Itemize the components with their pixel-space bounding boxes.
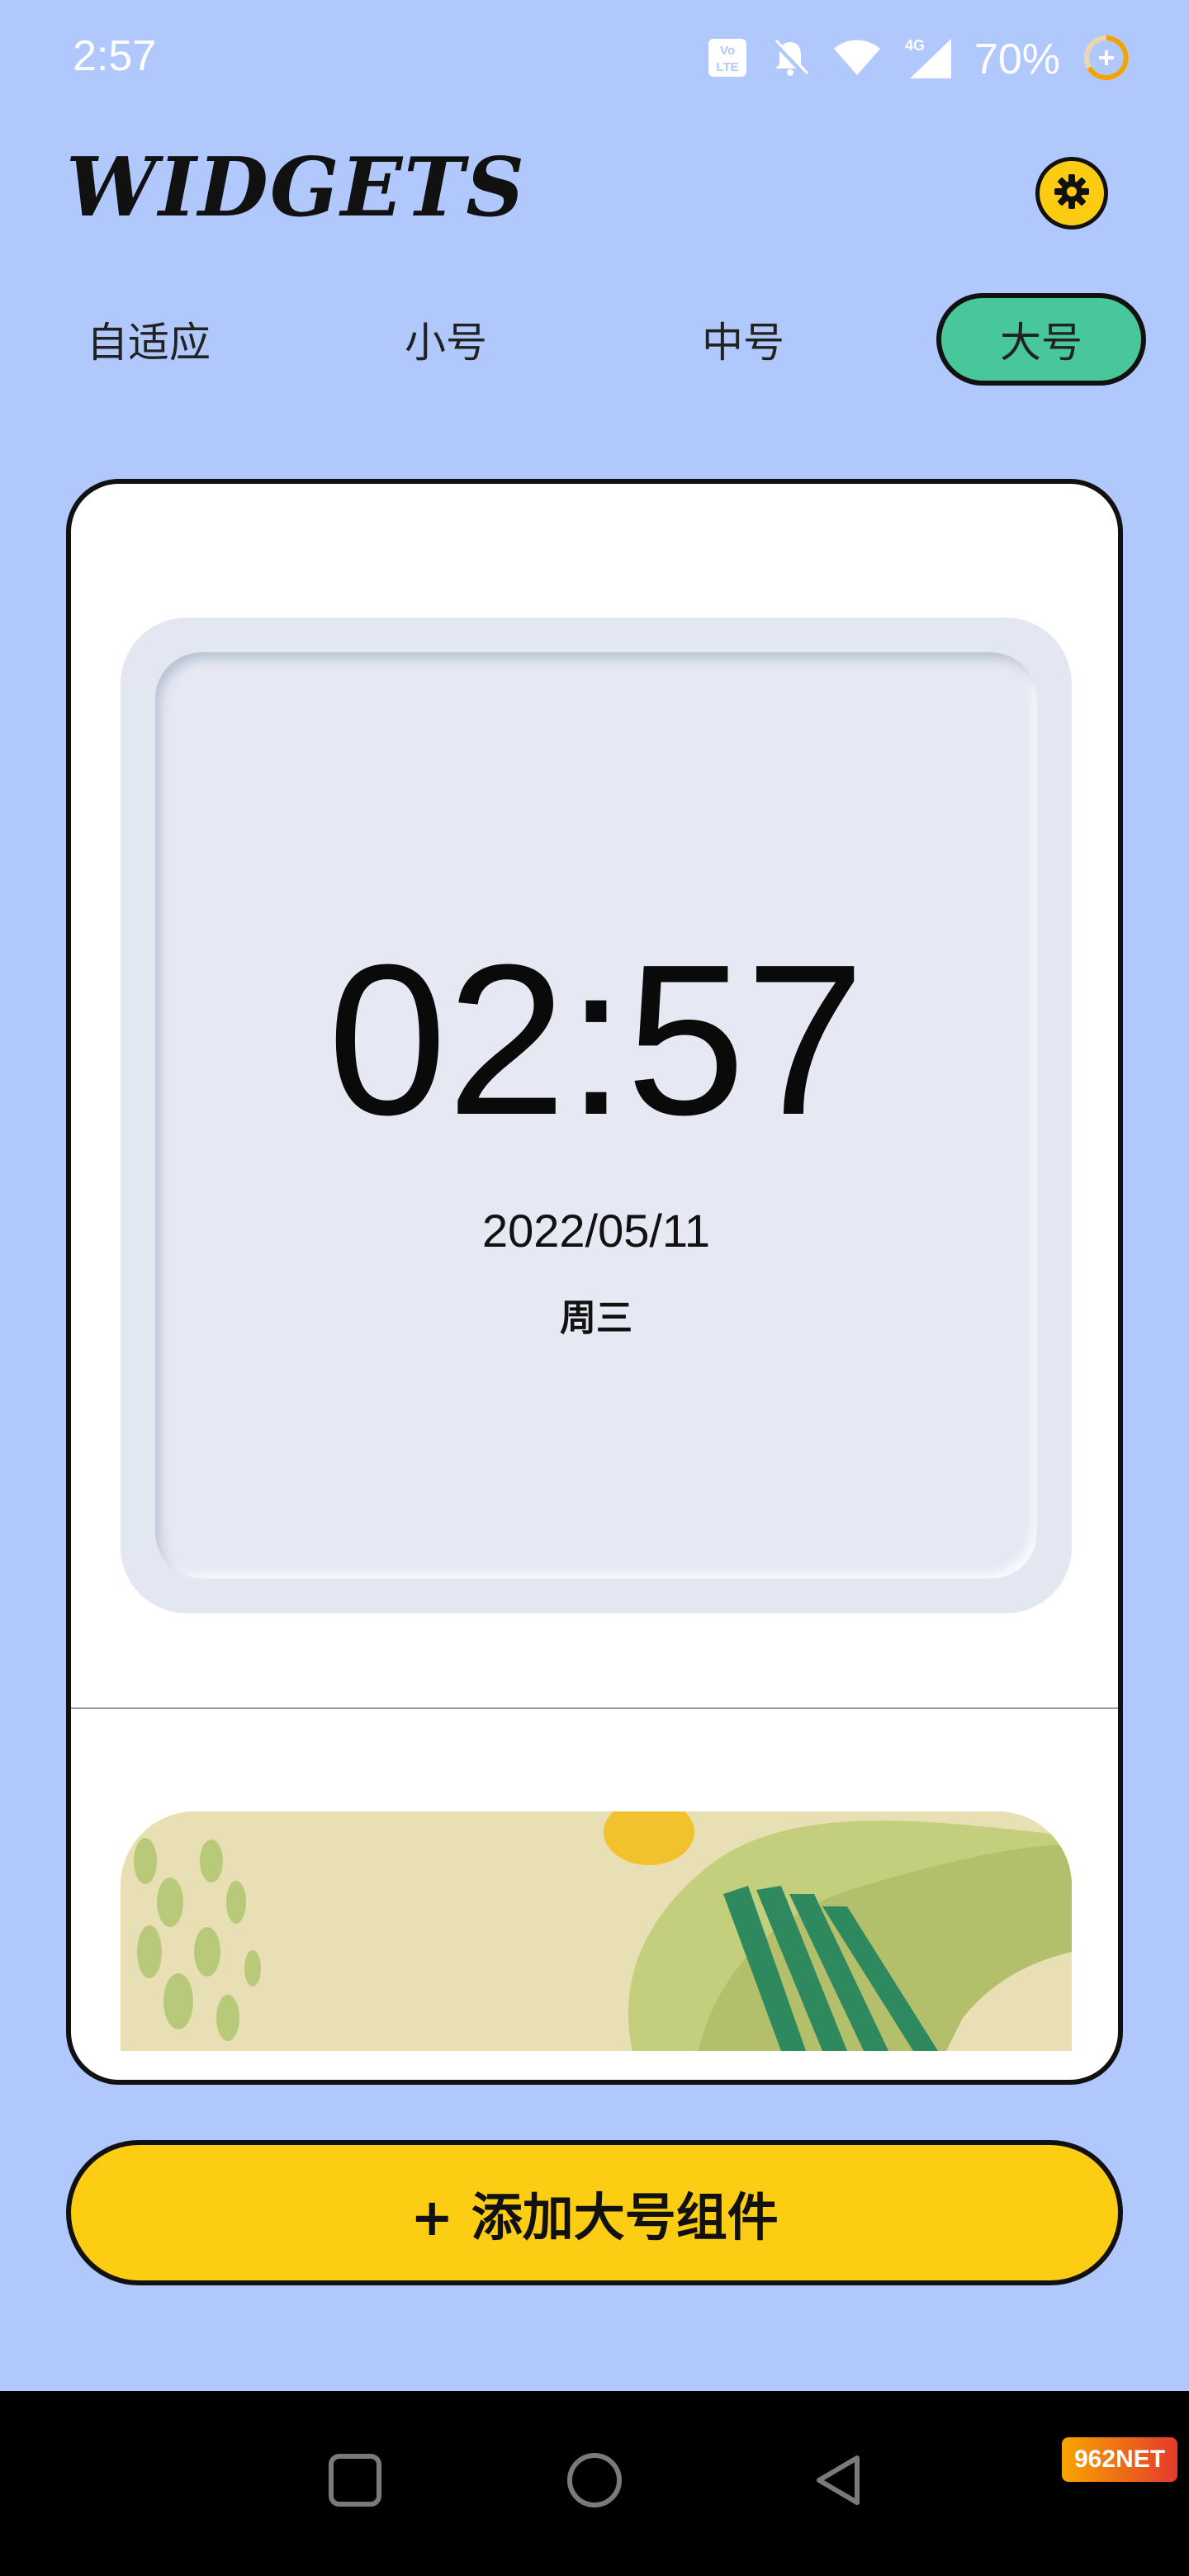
- wifi-icon: [832, 37, 882, 82]
- back-button[interactable]: [797, 2441, 879, 2523]
- clock-time: 02:57: [327, 921, 865, 1160]
- network-type-label: 4G: [905, 37, 925, 54]
- watermark-logo: 962NET: [1062, 2437, 1177, 2482]
- add-large-widget-button[interactable]: + 添加大号组件: [66, 2140, 1123, 2285]
- svg-text:Vo: Vo: [720, 44, 735, 58]
- tab-adaptive[interactable]: 自适应: [50, 293, 248, 386]
- home-circle-icon: [564, 2450, 625, 2514]
- battery-saver-icon: [1082, 33, 1131, 86]
- bell-off-icon: [770, 37, 811, 82]
- navigation-bar: [0, 2391, 1189, 2576]
- gear-icon: [1052, 172, 1092, 215]
- clock-face: 02:57 2022/05/11 周三: [155, 652, 1037, 1579]
- tab-small[interactable]: 小号: [347, 293, 545, 386]
- app-title: WIDGETS: [66, 140, 526, 235]
- clock-date: 2022/05/11: [481, 1205, 711, 1257]
- svg-text:LTE: LTE: [716, 60, 738, 74]
- botanical-illustration: [121, 1811, 1072, 2051]
- widget-preview-card: 02:57 2022/05/11 周三: [66, 479, 1123, 2085]
- battery-percent: 70%: [973, 36, 1060, 83]
- settings-button[interactable]: [1035, 157, 1108, 230]
- volte-icon: Vo LTE: [707, 37, 748, 82]
- status-time: 2:57: [73, 32, 157, 80]
- clock-widget[interactable]: 02:57 2022/05/11 周三: [121, 618, 1072, 1613]
- signal-4g-icon: 4G: [903, 36, 953, 83]
- clock-weekday: 周三: [560, 1297, 632, 1339]
- status-bar: 2:57 Vo LTE 4G 70%: [0, 0, 1189, 124]
- tab-large[interactable]: 大号: [936, 293, 1146, 386]
- size-tabs: 自适应 小号 中号 大号: [0, 293, 1189, 386]
- recents-button[interactable]: [314, 2441, 396, 2523]
- home-button[interactable]: [553, 2441, 636, 2523]
- back-triangle-icon: [809, 2451, 867, 2512]
- widget-style-preview[interactable]: [121, 1811, 1072, 2051]
- tab-medium[interactable]: 中号: [644, 293, 842, 386]
- card-divider: [71, 1707, 1118, 1709]
- status-icons: Vo LTE 4G 70%: [707, 26, 1131, 92]
- recents-square-icon: [326, 2451, 384, 2512]
